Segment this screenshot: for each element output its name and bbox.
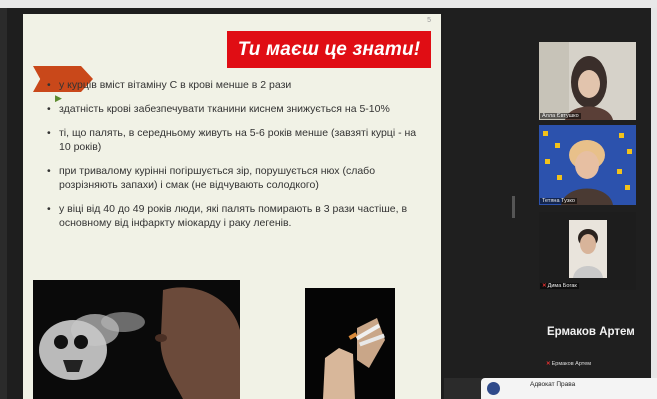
video-tile[interactable]: Алла Євтушко: [539, 42, 636, 120]
video-tile[interactable]: ✕Дима Богак: [539, 212, 636, 290]
notification-toast[interactable]: Адвокат Права: [481, 378, 657, 399]
app-icon: [487, 382, 500, 395]
participant-name: Тетяна Тузко: [540, 198, 577, 204]
shared-screen: 5 Ти маєш це знати! ▶ у курців вміст віт…: [7, 8, 444, 399]
notification-text: Адвокат Права: [530, 381, 576, 388]
slide-banner: Ти маєш це знати!: [227, 31, 431, 68]
participant-name-text: Ермаков Артем: [551, 361, 592, 367]
presentation-slide: 5 Ти маєш це знати! ▶ у курців вміст віт…: [23, 14, 441, 399]
mic-off-icon: ✕: [546, 361, 551, 367]
top-bar: [0, 0, 657, 8]
bullet-item: здатність крові забезпечувати тканини ки…: [47, 102, 425, 116]
participant-name-text: Дима Богак: [547, 283, 577, 289]
bullet-item: ті, що палять, в середньому живуть на 5-…: [47, 126, 425, 154]
bullet-list: у курців вміст вітаміну С в крові менше …: [47, 78, 425, 240]
participant-name: ✕Ермаков Артем: [546, 361, 591, 367]
smoking-photo: [33, 280, 240, 399]
bullet-item: у віці від 40 до 49 років люди, які паля…: [47, 202, 425, 230]
participant-avatar-name: Ермаков Артем: [547, 326, 635, 338]
bullet-item: у курців вміст вітаміну С в крові менше …: [47, 78, 425, 92]
resize-handle[interactable]: [512, 196, 515, 218]
mic-off-icon: ✕: [542, 283, 547, 289]
video-tile[interactable]: Тетяна Тузко: [539, 125, 636, 205]
hand-refusing-cigarettes-photo: [305, 288, 395, 399]
bullet-item: при тривалому курінні погіршується зір, …: [47, 164, 425, 192]
scrollbar[interactable]: [651, 8, 657, 399]
participant-name: Алла Євтушко: [540, 113, 581, 119]
participant-name: ✕Дима Богак: [540, 283, 579, 289]
slide-number: 5: [427, 17, 431, 24]
